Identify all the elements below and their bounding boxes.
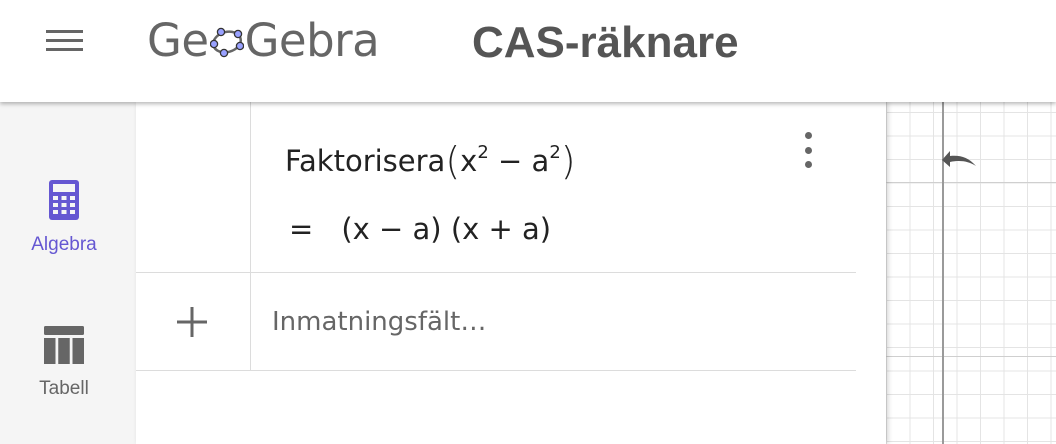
hamburger-icon [45,38,83,42]
hamburger-icon [45,29,83,33]
grid-line [886,356,1056,357]
sidebar-item-table[interactable]: Tabell [0,326,128,400]
exponent: 2 [549,142,561,164]
cas-output-result: = (x − a) (x + a) [289,212,551,246]
geogebra-logo: Ge Gebra [147,13,380,67]
exponent: 2 [477,142,489,164]
row-separator [136,272,856,273]
factor-one: (x − a) [341,212,442,246]
grid-line [886,182,1056,183]
factor-two: (x + a) [450,212,552,246]
more-vert-icon [804,132,812,139]
equals-sign: = [289,212,314,246]
row-options-button[interactable] [798,132,818,168]
plus-icon [177,307,207,337]
undo-icon [942,151,976,167]
geogebra-ellipse-icon [209,20,244,60]
sidebar: Algebra Tabell [0,102,136,444]
base-a: a [531,144,550,178]
undo-button[interactable] [936,142,984,176]
row-number-column-divider [250,102,251,370]
add-input-button[interactable] [174,304,210,340]
logo-text-start: Ge [147,13,209,67]
graphics-view[interactable] [886,102,1056,444]
sidebar-item-label: Algebra [31,234,97,255]
sidebar-item-label: Tabell [39,378,89,399]
calculator-icon [49,180,79,220]
sidebar-item-algebra[interactable]: Algebra [0,180,128,256]
base-x: x [460,144,478,178]
hamburger-icon [45,47,83,51]
table-icon [44,326,84,364]
open-paren: ( [445,139,461,183]
cas-input-expression[interactable]: Faktorisera(x2 − a2) [285,136,576,183]
more-vert-icon [804,161,812,168]
app-header: Ge Gebra CAS-räknare [0,0,1056,102]
cas-input-field[interactable] [272,302,692,342]
operator: − [498,144,523,178]
row-separator [136,370,856,371]
app-title: CAS-räknare [472,18,739,67]
cas-panel: Faktorisera(x2 − a2) = (x − a) (x + a) [136,102,886,444]
more-vert-icon [804,146,812,154]
logo-text-end: Gebra [244,13,380,67]
command-name: Faktorisera [285,144,446,178]
main-menu-button[interactable] [36,22,92,58]
close-paren: ) [560,139,576,183]
